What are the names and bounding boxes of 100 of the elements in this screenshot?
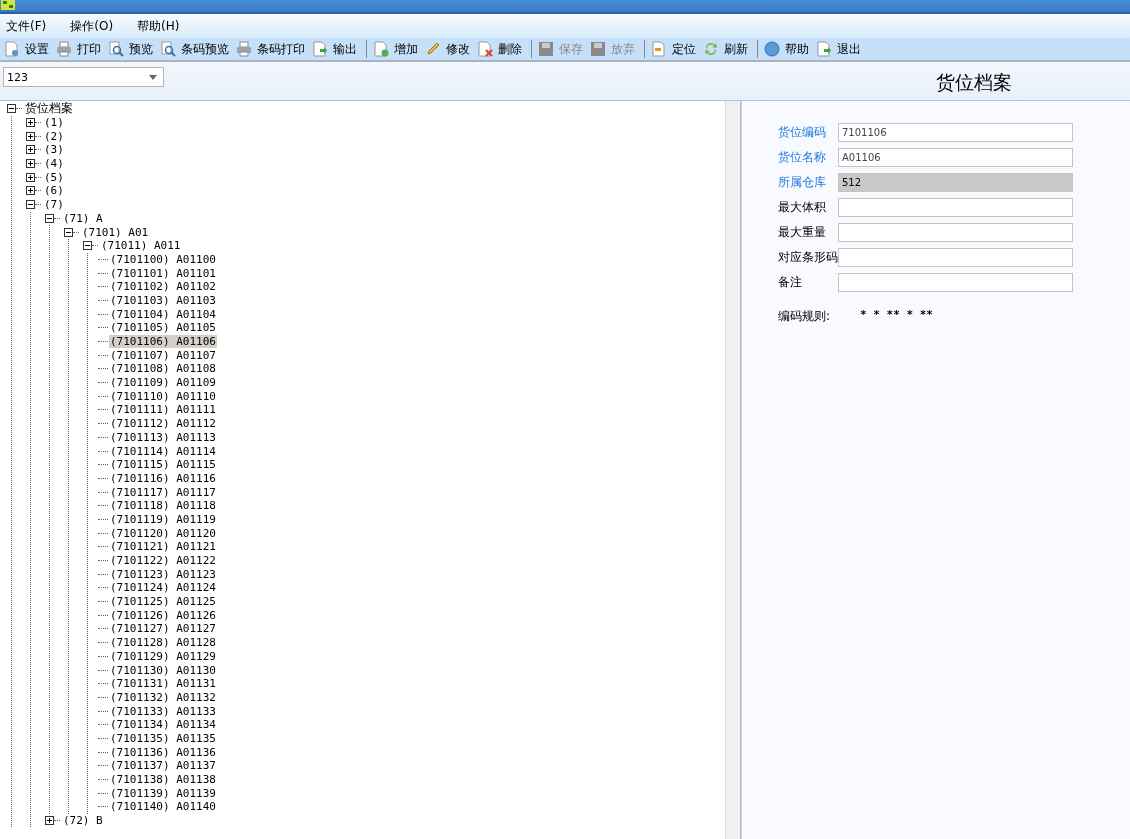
toolbar-button[interactable]: 修改: [423, 38, 475, 60]
page-title: 货位档案: [936, 70, 1012, 95]
expand-icon[interactable]: [26, 186, 35, 196]
field-label: 对应条形码: [778, 249, 838, 266]
tree-item[interactable]: (7101127) A01127: [109, 622, 217, 636]
field-label: 最大体积: [778, 199, 827, 216]
tree-item[interactable]: (7101105) A01105: [109, 321, 217, 335]
tree-item[interactable]: (7101100) A01100: [109, 252, 217, 266]
tree-item[interactable]: (7101101) A01101: [109, 266, 217, 280]
tree-item[interactable]: (7101134) A01134: [109, 718, 217, 732]
expand-icon[interactable]: [26, 145, 35, 155]
tree-item[interactable]: (7101119) A01119: [109, 512, 217, 526]
toolbar-button[interactable]: 预览: [106, 38, 158, 60]
menu-item[interactable]: 操作(O): [70, 17, 114, 35]
tree-item[interactable]: (7101140) A01140: [109, 800, 217, 814]
tree-item[interactable]: (72) B: [62, 814, 104, 828]
tree-item[interactable]: (7101138) A01138: [109, 773, 217, 787]
toolbar-icon: [703, 41, 719, 57]
toolbar-button[interactable]: 设置: [2, 38, 54, 60]
toolbar-button[interactable]: 输出: [310, 38, 362, 60]
collapse-icon[interactable]: [83, 241, 92, 251]
input-field[interactable]: A01106: [838, 148, 1073, 167]
menu-item[interactable]: 文件(F): [6, 17, 47, 35]
tree-item[interactable]: (7101136) A01136: [109, 745, 217, 759]
expand-icon[interactable]: [26, 118, 35, 128]
tree-item[interactable]: (7101124) A01124: [109, 581, 217, 595]
tree-item[interactable]: (7101139) A01139: [109, 786, 217, 800]
input-field[interactable]: [838, 223, 1073, 242]
tree-item[interactable]: 货位档案: [24, 102, 74, 116]
scrollbar[interactable]: [725, 101, 740, 839]
tree-item[interactable]: (4): [43, 157, 65, 171]
toolbar-icon: [425, 41, 441, 57]
toolbar-button[interactable]: 刷新: [701, 38, 753, 60]
tree-item[interactable]: (7101115) A01115: [109, 458, 217, 472]
input-field[interactable]: [838, 198, 1073, 217]
collapse-icon[interactable]: [45, 213, 54, 223]
toolbar-button[interactable]: 删除: [475, 38, 527, 60]
tree-item[interactable]: (7101103) A01103: [109, 293, 217, 307]
expand-icon[interactable]: [26, 159, 35, 169]
combo-box[interactable]: 123: [3, 67, 164, 87]
tree-item[interactable]: (7101131) A01131: [109, 677, 217, 691]
tree-item[interactable]: (7101121) A01121: [109, 540, 217, 554]
toolbar-button[interactable]: 条码预览: [158, 38, 234, 60]
toolbar-button[interactable]: 定位: [649, 38, 701, 60]
toolbar-icon: [816, 41, 832, 57]
tree-item[interactable]: (7101130) A01130: [109, 663, 217, 677]
tree-item[interactable]: (3): [43, 143, 65, 157]
expand-icon[interactable]: [26, 131, 35, 141]
tree-item[interactable]: (7101110) A01110: [109, 389, 217, 403]
tree-item[interactable]: (7101133) A01133: [109, 704, 217, 718]
toolbar-button[interactable]: 条码打印: [234, 38, 310, 60]
collapse-icon[interactable]: [26, 200, 35, 210]
toolbar-icon: [236, 41, 252, 57]
tree-item[interactable]: (71) A: [62, 211, 104, 225]
toolbar-button[interactable]: 帮助: [762, 38, 814, 60]
tree-item[interactable]: (7101107) A01107: [109, 348, 217, 362]
tree-item[interactable]: (7101118) A01118: [109, 499, 217, 513]
tree-item[interactable]: (7101108) A01108: [109, 362, 217, 376]
tree-item[interactable]: (71011) A011: [100, 239, 182, 253]
tree-item[interactable]: (7101106) A01106: [109, 335, 217, 349]
dropdown-icon: [149, 74, 157, 80]
tree-item[interactable]: (7101123) A01123: [109, 567, 217, 581]
input-field[interactable]: 7101106: [838, 123, 1073, 142]
tree-item[interactable]: (7101112) A01112: [109, 417, 217, 431]
expand-icon[interactable]: [45, 816, 54, 826]
menu-item[interactable]: 帮助(H): [137, 17, 180, 35]
tree-item[interactable]: (7101132) A01132: [109, 690, 217, 704]
tree-item[interactable]: (7101109) A01109: [109, 376, 217, 390]
toolbar-button[interactable]: 增加: [371, 38, 423, 60]
tree-item[interactable]: (7101120) A01120: [109, 526, 217, 540]
tree-item[interactable]: (7101) A01: [81, 225, 150, 239]
tree-item[interactable]: (7101117) A01117: [109, 485, 217, 499]
toolbar-button[interactable]: 打印: [54, 38, 106, 60]
tree-item[interactable]: (1): [43, 116, 65, 130]
tree-item[interactable]: (7101111) A01111: [109, 403, 217, 417]
tree-item[interactable]: (7101102) A01102: [109, 280, 217, 294]
tree-item[interactable]: (7): [43, 198, 65, 212]
tree-item[interactable]: (5): [43, 170, 65, 184]
collapse-icon[interactable]: [7, 104, 16, 114]
tree-item[interactable]: (2): [43, 129, 65, 143]
tree-item[interactable]: (7101135) A01135: [109, 731, 217, 745]
toolbar-icon: [538, 41, 554, 57]
tree-item[interactable]: (7101128) A01128: [109, 636, 217, 650]
app-icon: [1, 0, 15, 10]
input-field[interactable]: [838, 248, 1073, 267]
expand-icon[interactable]: [26, 172, 35, 182]
tree-item[interactable]: (7101122) A01122: [109, 554, 217, 568]
tree-item[interactable]: (7101125) A01125: [109, 595, 217, 609]
tree-item[interactable]: (7101114) A01114: [109, 444, 217, 458]
tree-item[interactable]: (7101113) A01113: [109, 430, 217, 444]
toolbar-button[interactable]: 退出: [814, 38, 866, 60]
tree-item[interactable]: (7101129) A01129: [109, 649, 217, 663]
toolbar-icon: [651, 41, 667, 57]
collapse-icon[interactable]: [64, 227, 73, 237]
input-field[interactable]: [838, 273, 1073, 292]
tree-item[interactable]: (7101137) A01137: [109, 759, 217, 773]
tree-item[interactable]: (6): [43, 184, 65, 198]
tree-item[interactable]: (7101126) A01126: [109, 608, 217, 622]
tree-item[interactable]: (7101104) A01104: [109, 307, 217, 321]
tree-item[interactable]: (7101116) A01116: [109, 471, 217, 485]
